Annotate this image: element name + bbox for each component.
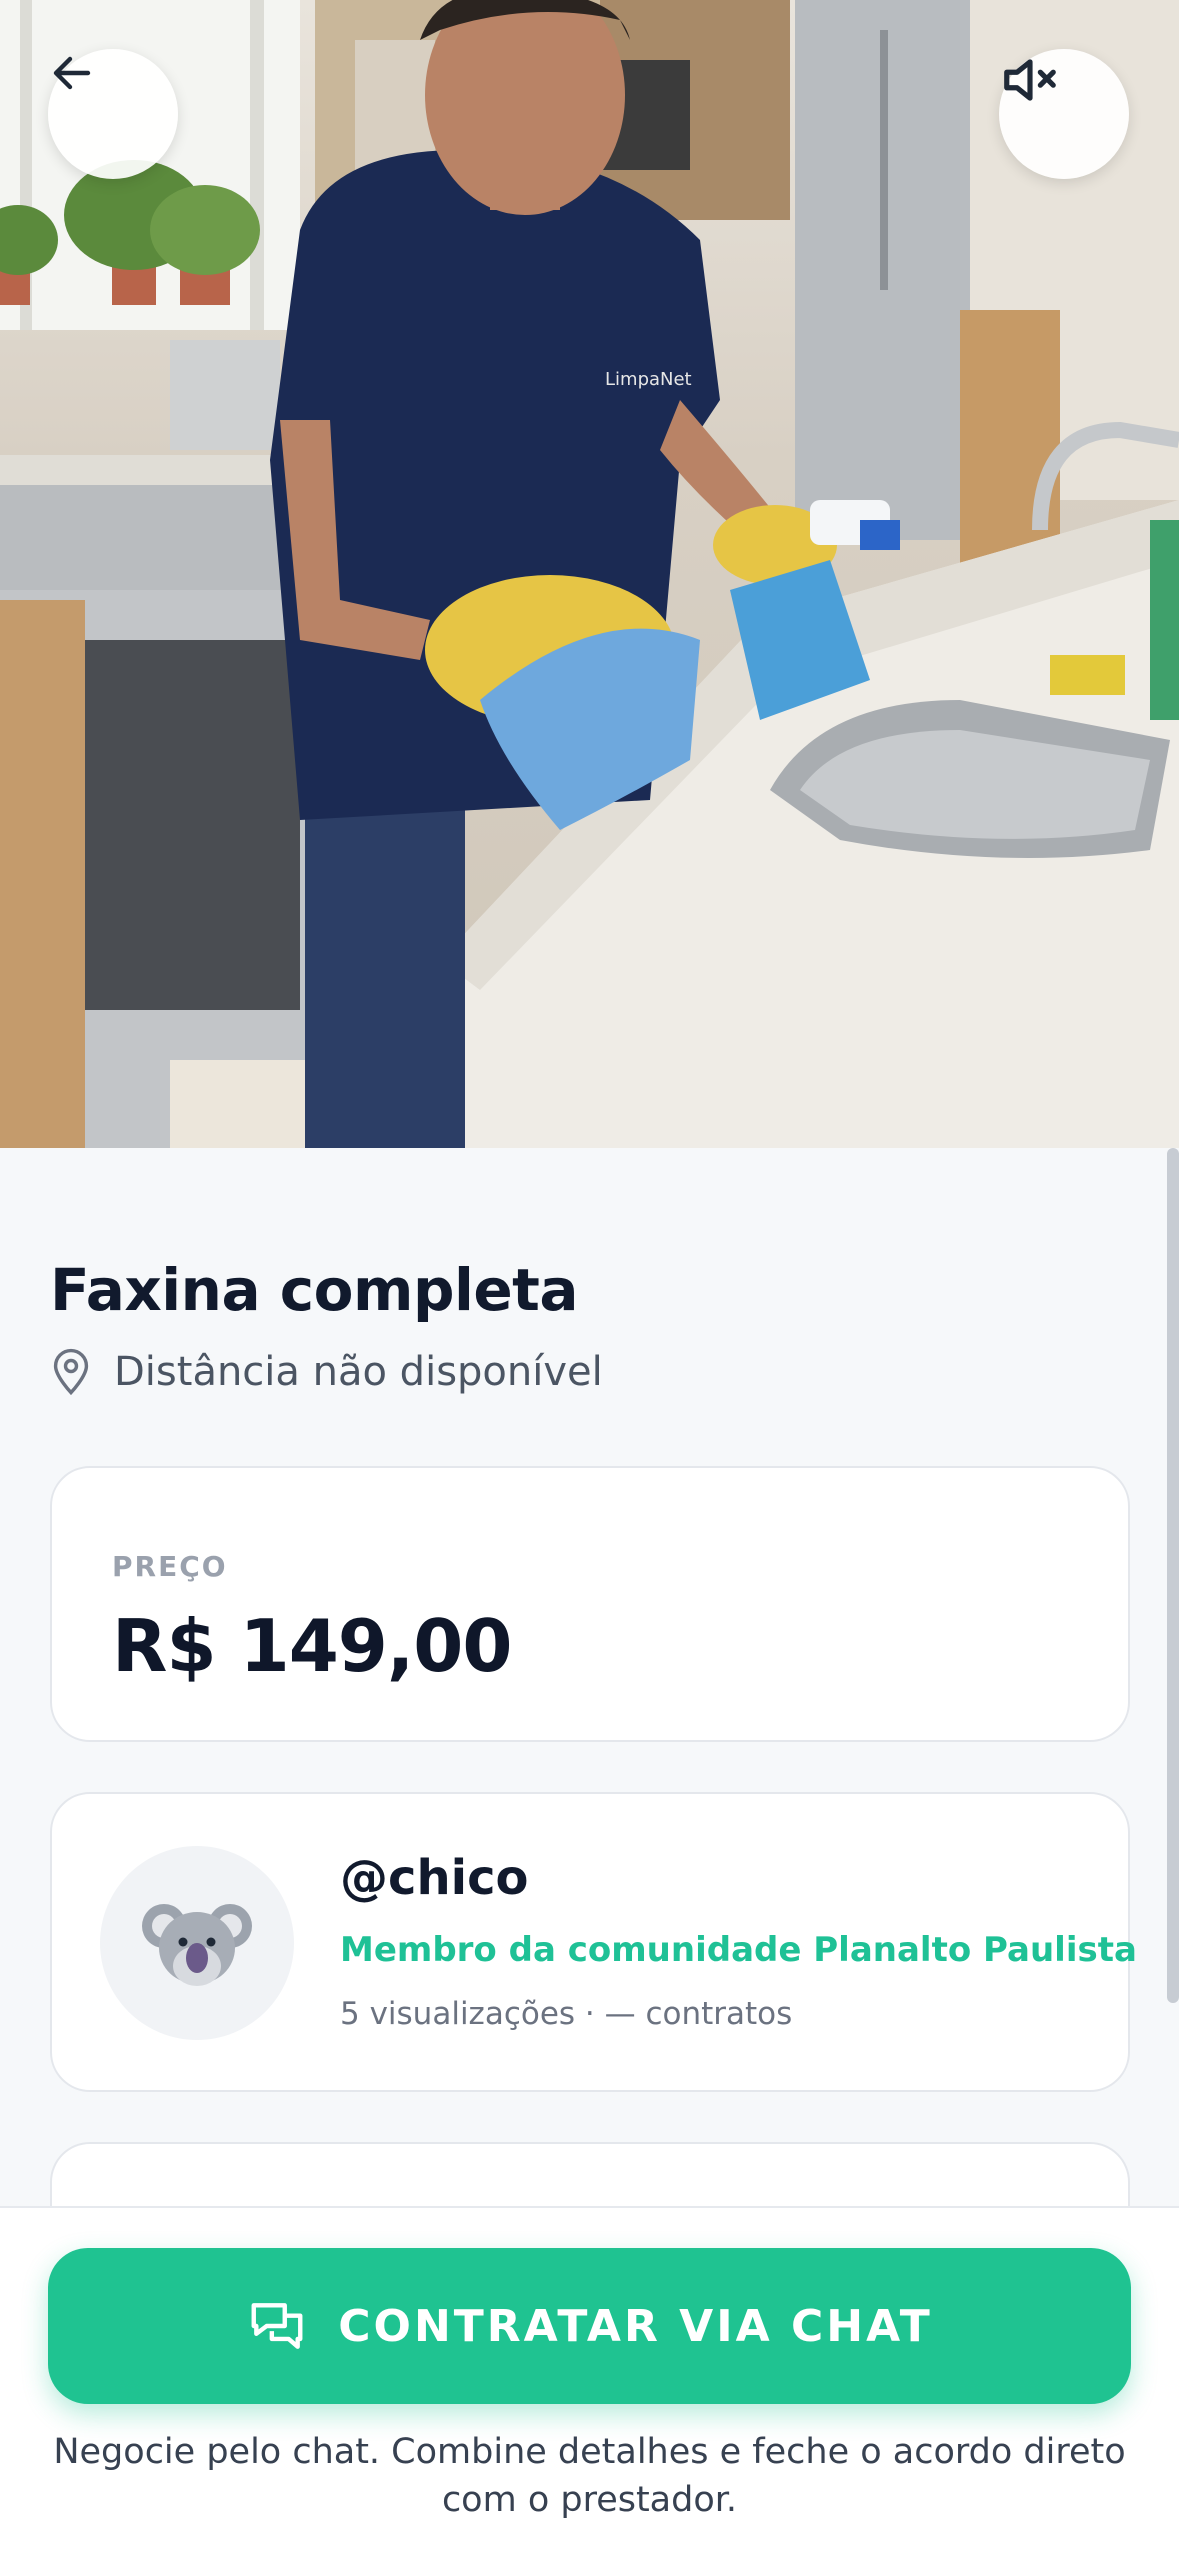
service-title: Faxina completa: [50, 1256, 579, 1324]
chat-helper-text: Negocie pelo chat. Combine detalhes e fe…: [53, 2432, 1126, 2520]
provider-handle[interactable]: @chico: [340, 1850, 529, 1906]
cleaning-photo: LimpaNet: [0, 0, 1179, 1148]
distance-text: Distância não disponível: [114, 1349, 603, 1395]
koala-icon: [142, 1904, 252, 1986]
chat-bubbles-icon: [251, 2303, 303, 2349]
mute-toggle-button[interactable]: [999, 49, 1129, 179]
location-pin-icon: [53, 1348, 89, 1396]
hire-via-chat-label: CONTRATAR VIA CHAT: [338, 2300, 933, 2352]
arrow-left-icon: [53, 56, 91, 90]
price-label: PREÇO: [112, 1550, 228, 1583]
price-value: R$ 149,00: [112, 1604, 512, 1688]
hire-via-chat-button[interactable]: CONTRATAR VIA CHAT: [48, 2248, 1131, 2404]
bottom-action-bar: CONTRATAR VIA CHAT Negocie pelo chat. Co…: [0, 2206, 1179, 2556]
provider-community: Membro da comunidade Planalto Paulista: [340, 1930, 1137, 1970]
price-card: PREÇO R$ 149,00: [50, 1466, 1130, 1742]
distance-row: Distância não disponível: [50, 1344, 603, 1400]
back-button[interactable]: [48, 49, 178, 179]
provider-stats: 5 visualizações · — contratos: [340, 1996, 793, 2032]
avatar[interactable]: [100, 1846, 294, 2040]
svg-text:LimpaNet: LimpaNet: [605, 369, 692, 390]
provider-card[interactable]: @chico Membro da comunidade Planalto Pau…: [50, 1792, 1137, 2092]
hero-video[interactable]: LimpaNet: [0, 0, 1179, 1148]
volume-muted-icon: [1004, 59, 1056, 101]
scrollbar[interactable]: [1167, 1148, 1179, 2003]
